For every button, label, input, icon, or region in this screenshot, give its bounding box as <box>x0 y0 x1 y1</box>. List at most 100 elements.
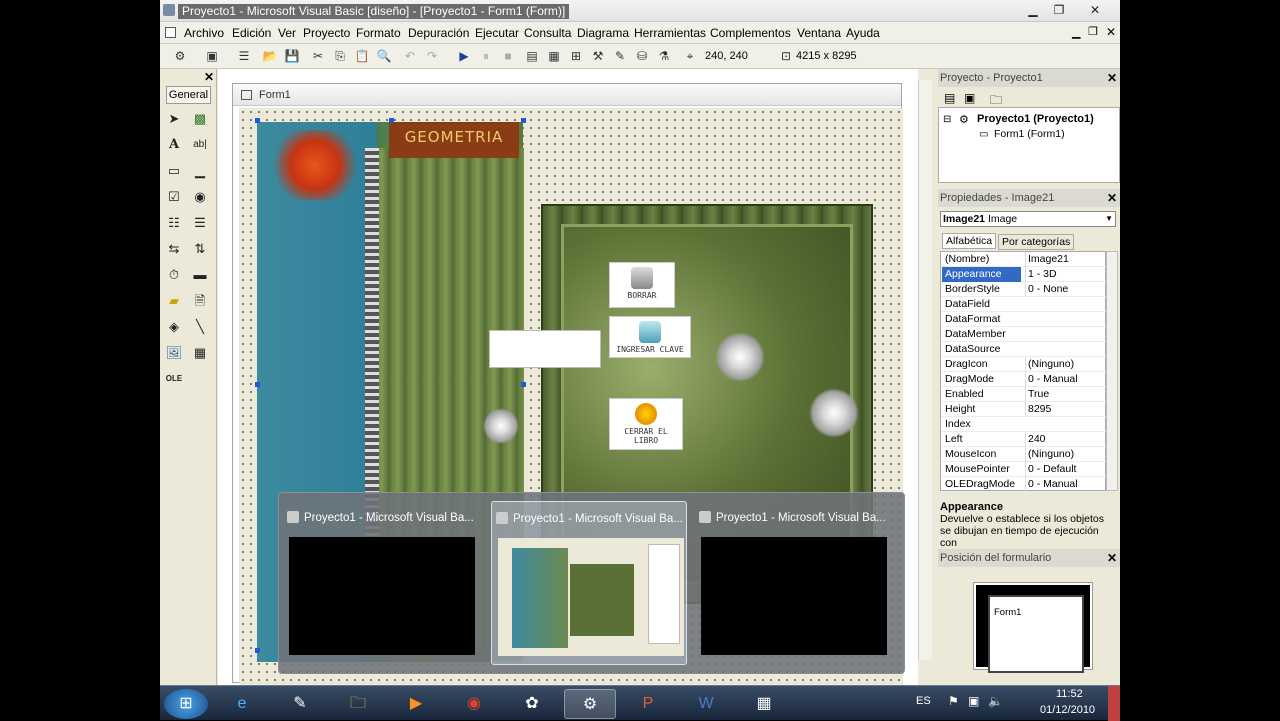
view-code-icon[interactable]: ▤ <box>944 91 955 105</box>
pause-icon[interactable]: ⏸ <box>478 48 494 64</box>
menu-edicion[interactable]: Edición <box>232 26 271 40</box>
property-value[interactable]: 1 - 3D <box>1025 267 1105 282</box>
close-icon[interactable]: ✕ <box>1084 2 1106 18</box>
menu-proyecto[interactable]: Proyecto <box>303 26 350 40</box>
object-browser-icon[interactable]: ⚒ <box>590 48 606 64</box>
selection-handle[interactable] <box>255 382 260 387</box>
switcher-item[interactable]: Proyecto1 - Microsoft Visual Ba... <box>283 501 479 665</box>
property-value[interactable]: 8295 <box>1025 402 1105 417</box>
borrar-button[interactable]: BORRAR <box>609 262 675 308</box>
object-selector[interactable]: Image21 Image ▼ <box>940 211 1116 227</box>
menu-complementos[interactable]: Complementos <box>710 26 791 40</box>
save-icon[interactable]: 💾 <box>284 48 300 64</box>
internet-explorer-icon[interactable]: e <box>216 689 268 719</box>
property-row[interactable]: BorderStyle 0 - None <box>941 282 1107 297</box>
form-layout-icon[interactable]: ⊞ <box>568 48 584 64</box>
menu-diagrama[interactable]: Diagrama <box>577 26 629 40</box>
property-value[interactable]: 0 - Default <box>1025 462 1105 477</box>
property-row[interactable]: Left 240 <box>941 432 1107 447</box>
explorer-icon[interactable]: 🗀 <box>332 689 384 719</box>
shape-icon[interactable]: ◈ <box>164 317 184 337</box>
cerrar-libro-button[interactable]: CERRAR EL LIBRO <box>609 398 683 450</box>
label-icon[interactable]: A <box>164 135 184 155</box>
media-player-icon[interactable]: ▶ <box>390 689 442 719</box>
undo-icon[interactable]: ↶ <box>402 48 418 64</box>
menu-formato[interactable]: Formato <box>356 26 401 40</box>
chevron-down-icon[interactable]: ▼ <box>1105 212 1113 226</box>
data-view-icon[interactable]: ⛁ <box>634 48 650 64</box>
component-manager-icon[interactable]: ⚗ <box>656 48 672 64</box>
switcher-item[interactable]: Proyecto1 - Microsoft Visual Ba... <box>695 501 891 665</box>
add-project-icon[interactable]: ⚙ <box>172 48 188 64</box>
properties-window-icon[interactable]: ▦ <box>546 48 562 64</box>
property-value[interactable]: True <box>1025 387 1105 402</box>
checkbox-icon[interactable]: ☑ <box>164 187 184 207</box>
open-icon[interactable]: 📂 <box>262 48 278 64</box>
frame-icon[interactable]: ▭ <box>164 161 184 181</box>
tree-form1[interactable]: Form1 (Form1) <box>994 128 1065 140</box>
property-scrollbar[interactable] <box>1106 251 1118 491</box>
switcher-item-active[interactable]: Proyecto1 - Microsoft Visual Ba... <box>491 501 687 665</box>
visual-basic-taskbar-icon[interactable]: ⚙ <box>564 689 616 719</box>
property-row[interactable]: DragIcon (Ninguno) <box>941 357 1107 372</box>
selection-handle[interactable] <box>521 118 526 123</box>
line-icon[interactable]: ╲ <box>190 317 210 337</box>
copy-icon[interactable]: ⎘ <box>332 48 348 64</box>
tray-flag-icon[interactable]: ⚑ <box>948 694 959 708</box>
word-icon[interactable]: W <box>680 689 732 719</box>
collapse-icon[interactable]: ⊟ <box>943 114 951 125</box>
position-panel-close-icon[interactable]: ✕ <box>1107 549 1117 567</box>
menu-consulta[interactable]: Consulta <box>524 26 571 40</box>
redo-icon[interactable]: ↷ <box>424 48 440 64</box>
property-value[interactable]: 0 - Manual <box>1025 477 1105 492</box>
commandbutton-icon[interactable]: ▁ <box>190 161 210 181</box>
optionbutton-icon[interactable]: ◉ <box>190 187 210 207</box>
menu-archivo[interactable]: Archivo <box>184 26 224 40</box>
property-row[interactable]: DataFormat <box>941 312 1107 327</box>
menu-herramientas[interactable]: Herramientas <box>634 26 706 40</box>
property-row[interactable]: Enabled True <box>941 387 1107 402</box>
stop-icon[interactable]: ■ <box>500 48 516 64</box>
hscrollbar-icon[interactable]: ⇆ <box>164 239 184 259</box>
mdi-minimize-icon[interactable]: ▁ <box>1072 26 1080 39</box>
form-preview[interactable]: Form1 <box>988 595 1084 673</box>
selection-handle[interactable] <box>389 118 394 123</box>
show-desktop-button[interactable] <box>1108 686 1120 721</box>
ingresar-clave-button[interactable]: INGRESAR CLAVE <box>609 316 691 358</box>
add-form-icon[interactable]: ▣ <box>204 48 220 64</box>
filelistbox-icon[interactable]: 🗎 <box>190 291 210 311</box>
property-row[interactable]: DataMember <box>941 327 1107 342</box>
picturebox-icon[interactable]: ▩ <box>190 109 210 129</box>
menu-ventana[interactable]: Ventana <box>797 26 841 40</box>
property-row[interactable]: DataField <box>941 297 1107 312</box>
selection-handle[interactable] <box>255 648 260 653</box>
start-icon[interactable]: ▶ <box>456 48 472 64</box>
property-value[interactable]: Image21 <box>1025 252 1105 267</box>
password-textbox[interactable] <box>489 330 601 368</box>
clock-time[interactable]: 11:52 <box>1056 688 1083 700</box>
media-app-icon[interactable]: ✎ <box>274 689 326 719</box>
property-row[interactable]: MouseIcon (Ninguno) <box>941 447 1107 462</box>
project-panel-close-icon[interactable]: ✕ <box>1107 69 1117 87</box>
drivelistbox-icon[interactable]: ▬ <box>190 265 210 285</box>
ole-icon[interactable]: OLE <box>164 369 184 389</box>
property-value[interactable]: 0 - Manual <box>1025 372 1105 387</box>
designer-vertical-scrollbar[interactable] <box>918 80 932 660</box>
data-icon[interactable]: ▦ <box>190 343 210 363</box>
combobox-icon[interactable]: ☷ <box>164 213 184 233</box>
textbox-icon[interactable]: ab| <box>190 135 210 155</box>
property-value[interactable]: 0 - None <box>1025 282 1105 297</box>
vscrollbar-icon[interactable]: ⇅ <box>190 239 210 259</box>
properties-panel-close-icon[interactable]: ✕ <box>1107 189 1117 207</box>
minimize-icon[interactable]: ▁ <box>1022 2 1044 18</box>
property-row[interactable]: DragMode 0 - Manual <box>941 372 1107 387</box>
network-app-icon[interactable]: ▦ <box>738 689 790 719</box>
selection-handle[interactable] <box>255 118 260 123</box>
listbox-icon[interactable]: ☰ <box>190 213 210 233</box>
language-indicator[interactable]: ES <box>916 695 931 707</box>
start-button[interactable]: ⊞ <box>164 689 208 719</box>
find-icon[interactable]: 🔍 <box>376 48 392 64</box>
tray-network-icon[interactable]: ▣ <box>968 694 979 708</box>
property-row[interactable]: (Nombre) Image21 <box>941 252 1107 267</box>
paint-icon[interactable]: ✿ <box>506 689 558 719</box>
